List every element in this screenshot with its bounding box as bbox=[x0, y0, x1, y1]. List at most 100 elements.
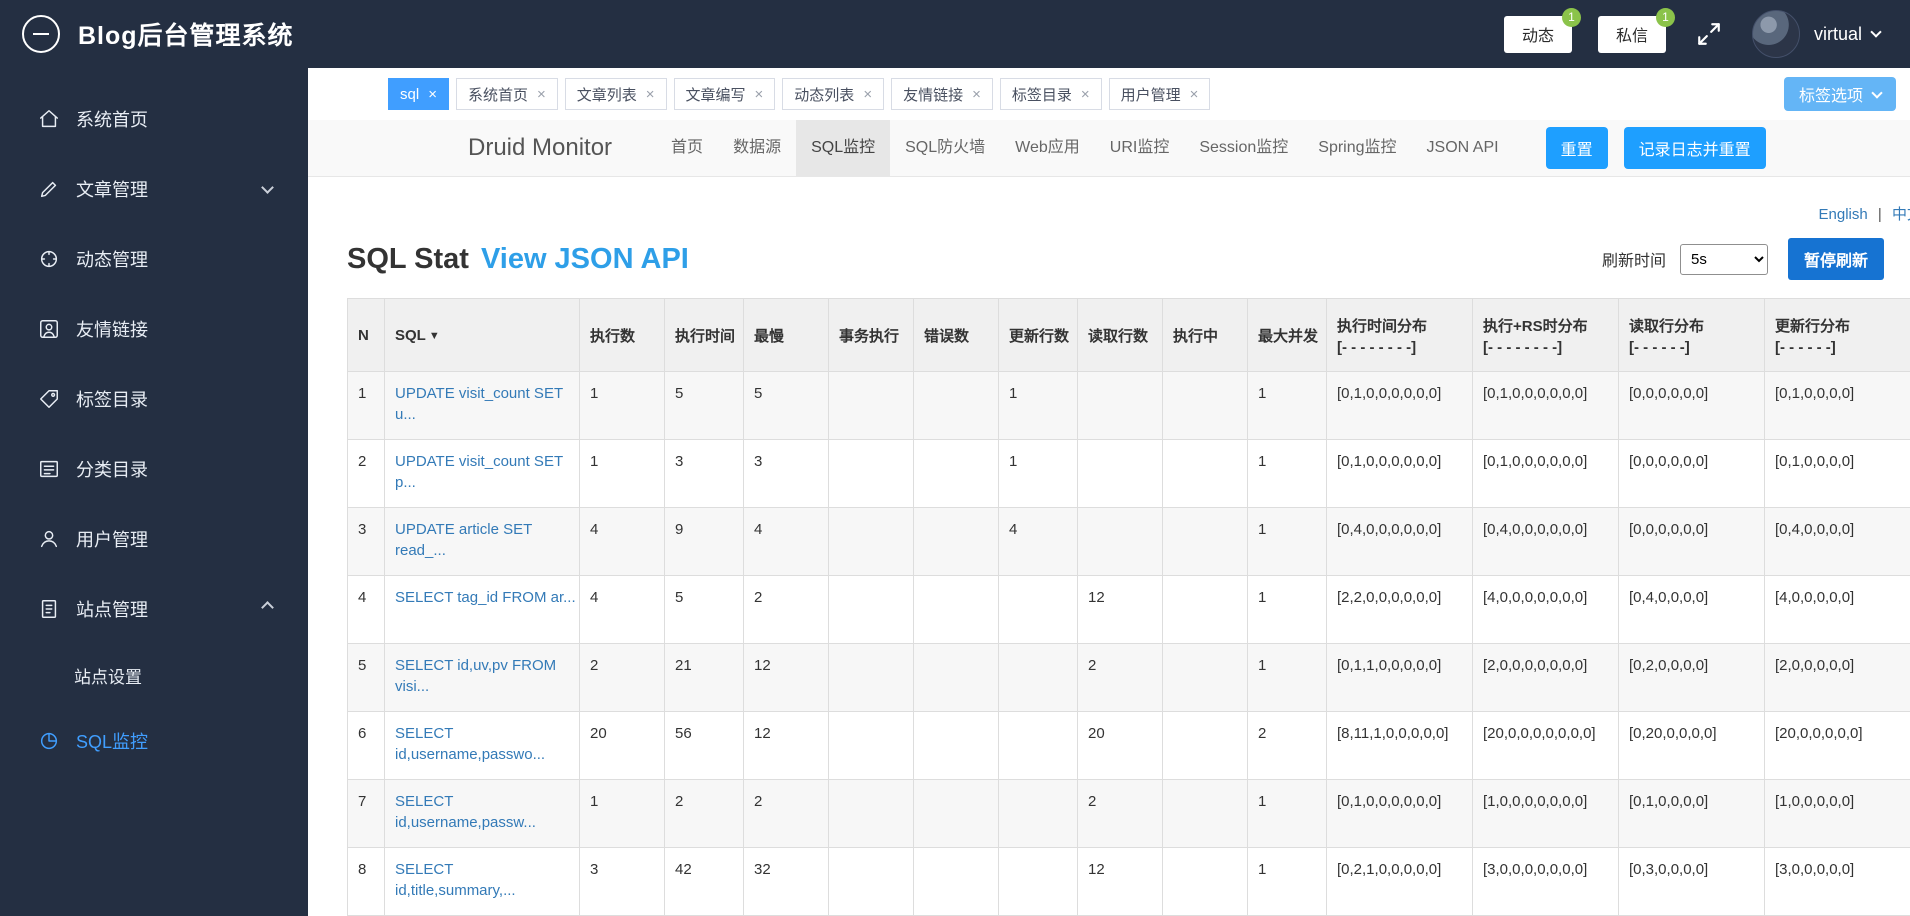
max-concurrent-cell: 1 bbox=[1247, 575, 1327, 644]
update-rows-cell bbox=[998, 847, 1078, 916]
max-concurrent-cell: 1 bbox=[1247, 371, 1327, 440]
close-tab-icon[interactable]: × bbox=[1190, 87, 1199, 102]
running-cell bbox=[1162, 711, 1248, 780]
tag-options-button[interactable]: 标签选项 bbox=[1783, 77, 1896, 111]
lang-english-link[interactable]: English bbox=[1819, 206, 1868, 223]
sql-link[interactable]: SELECT tag_id FROM ar... bbox=[395, 587, 576, 608]
close-tab-icon[interactable]: × bbox=[428, 87, 437, 102]
sql-monitor-icon bbox=[38, 730, 60, 752]
sql-link[interactable]: SELECT id,uv,pv FROM visi... bbox=[395, 655, 569, 697]
sidebar-item-sql-monitor[interactable]: SQL监控 bbox=[0, 706, 308, 776]
tab-user-management[interactable]: 用户管理 × bbox=[1108, 78, 1211, 110]
reset-button[interactable]: 重置 bbox=[1545, 127, 1608, 169]
tab-sql[interactable]: sql × bbox=[388, 78, 449, 110]
update-row-dist-cell: [0,4,0,0,0,0] bbox=[1764, 507, 1910, 576]
sidebar-item-categories[interactable]: 分类目录 bbox=[0, 434, 308, 504]
header-exec-time-dist[interactable]: 执行时间分布 [- - - - - - - -] bbox=[1326, 298, 1473, 372]
header-exec-time[interactable]: 执行时间 bbox=[664, 298, 744, 372]
close-tab-icon[interactable]: × bbox=[537, 87, 546, 102]
druid-nav-spring-monitor[interactable]: Spring监控 bbox=[1303, 120, 1411, 176]
header-exec-count[interactable]: 执行数 bbox=[579, 298, 665, 372]
druid-nav-sql-firewall[interactable]: SQL防火墙 bbox=[890, 120, 1000, 176]
exec-time-dist-cell: [8,11,1,0,0,0,0,0] bbox=[1326, 711, 1473, 780]
fetch-row-dist-cell: [0,4,0,0,0,0] bbox=[1618, 575, 1765, 644]
refresh-interval-select[interactable]: 5s bbox=[1679, 243, 1768, 275]
table-row: 3 UPDATE article SET read_... 4 9 4 4 1 [0,4,0,0… bbox=[347, 507, 1910, 576]
update-rows-cell bbox=[998, 643, 1078, 712]
sidebar-item-tags[interactable]: 标签目录 bbox=[0, 364, 308, 434]
tab-friend-links[interactable]: 友情链接 × bbox=[891, 78, 993, 110]
collapse-menu-button[interactable] bbox=[22, 15, 60, 53]
header-fetch-row-dist[interactable]: 读取行分布 [- - - - - -] bbox=[1618, 298, 1765, 372]
close-tab-icon[interactable]: × bbox=[863, 87, 872, 102]
sql-cell: SELECT id,username,passw... bbox=[384, 779, 580, 848]
sql-link[interactable]: UPDATE visit_count SET u... bbox=[395, 383, 569, 425]
chevron-down-icon[interactable] bbox=[1870, 26, 1882, 38]
sidebar-item-home[interactable]: 系统首页 bbox=[0, 84, 308, 154]
druid-nav-home[interactable]: 首页 bbox=[656, 120, 718, 176]
view-json-api-link[interactable]: View JSON API bbox=[481, 243, 689, 276]
page-title: SQL Stat bbox=[347, 242, 469, 275]
max-concurrent-cell: 1 bbox=[1247, 507, 1327, 576]
exec-time-cell: 42 bbox=[664, 847, 744, 916]
sql-link[interactable]: UPDATE article SET read_... bbox=[395, 519, 569, 561]
druid-nav-session-monitor[interactable]: Session监控 bbox=[1184, 120, 1303, 176]
close-tab-icon[interactable]: × bbox=[755, 87, 764, 102]
tab-article-list[interactable]: 文章列表 × bbox=[564, 78, 667, 110]
update-rows-cell bbox=[998, 711, 1078, 780]
exec-count-cell: 4 bbox=[579, 507, 665, 576]
chevron-up-icon bbox=[261, 601, 274, 614]
tab-home[interactable]: 系统首页 × bbox=[455, 78, 558, 110]
sidebar-item-friend-links[interactable]: 友情链接 bbox=[0, 294, 308, 364]
slowest-cell: 32 bbox=[743, 847, 829, 916]
sidebar-item-label: 站点设置 bbox=[74, 667, 142, 687]
druid-nav-uri-monitor[interactable]: URI监控 bbox=[1095, 120, 1185, 176]
log-and-reset-button[interactable]: 记录日志并重置 bbox=[1623, 127, 1766, 169]
error-count-cell bbox=[913, 711, 999, 780]
tab-tag-directory[interactable]: 标签目录 × bbox=[999, 78, 1102, 110]
header-running[interactable]: 执行中 bbox=[1162, 298, 1248, 372]
pause-refresh-button[interactable]: 暂停刷新 bbox=[1787, 238, 1884, 280]
sql-link[interactable]: SELECT id,username,passwo... bbox=[395, 723, 569, 765]
update-rows-cell bbox=[998, 779, 1078, 848]
close-tab-icon[interactable]: × bbox=[646, 87, 655, 102]
druid-nav-json-api[interactable]: JSON API bbox=[1412, 120, 1514, 176]
sidebar: 系统首页 文章管理 动态管理 友情链接 标签目录 分类目录 用户管理 站点管理 … bbox=[0, 68, 308, 916]
sidebar-item-users[interactable]: 用户管理 bbox=[0, 504, 308, 574]
avatar[interactable] bbox=[1751, 10, 1800, 58]
lang-chinese-link[interactable]: 中文 bbox=[1892, 206, 1910, 223]
close-tab-icon[interactable]: × bbox=[972, 87, 981, 102]
tab-article-edit[interactable]: 文章编写 × bbox=[673, 78, 776, 110]
header-slowest[interactable]: 最慢 bbox=[743, 298, 829, 372]
header-sql[interactable]: SQL ▼ bbox=[384, 298, 580, 372]
header-update-row-dist[interactable]: 更新行分布 [- - - - - -] bbox=[1764, 298, 1910, 372]
header-fetch-rows[interactable]: 读取行数 bbox=[1077, 298, 1163, 372]
sql-link[interactable]: SELECT id,username,passw... bbox=[395, 791, 569, 833]
sidebar-item-site-management[interactable]: 站点管理 bbox=[0, 574, 308, 644]
header-n[interactable]: N bbox=[347, 298, 385, 372]
druid-nav-sql-monitor[interactable]: SQL监控 bbox=[796, 120, 891, 176]
druid-nav-datasource[interactable]: 数据源 bbox=[718, 120, 796, 176]
fullscreen-icon[interactable] bbox=[1696, 21, 1722, 47]
druid-nav-webapp[interactable]: Web应用 bbox=[1000, 120, 1095, 176]
header-max-concurrent[interactable]: 最大并发 bbox=[1247, 298, 1327, 372]
slowest-cell: 2 bbox=[743, 779, 829, 848]
header-exec-rs-dist[interactable]: 执行+RS时分布 [- - - - - - - -] bbox=[1472, 298, 1619, 372]
sidebar-item-dynamics[interactable]: 动态管理 bbox=[0, 224, 308, 294]
header-update-rows[interactable]: 更新行数 bbox=[998, 298, 1078, 372]
sql-link[interactable]: UPDATE visit_count SET p... bbox=[395, 451, 569, 493]
header-tx-exec[interactable]: 事务执行 bbox=[828, 298, 914, 372]
max-concurrent-cell: 1 bbox=[1247, 439, 1327, 508]
exec-time-dist-cell: [0,4,0,0,0,0,0,0] bbox=[1326, 507, 1473, 576]
exec-count-cell: 1 bbox=[579, 779, 665, 848]
header-error-count[interactable]: 错误数 bbox=[913, 298, 999, 372]
tab-label: 用户管理 bbox=[1120, 86, 1181, 104]
sql-link[interactable]: SELECT id,title,summary,... bbox=[395, 859, 569, 901]
sidebar-item-articles[interactable]: 文章管理 bbox=[0, 154, 308, 224]
sidebar-item-site-settings[interactable]: 站点设置 bbox=[0, 644, 308, 706]
table-row: 4 SELECT tag_id FROM ar... 4 5 2 12 1 [2,2,0,0,… bbox=[347, 575, 1910, 644]
fetch-row-dist-cell: [0,2,0,0,0,0] bbox=[1618, 643, 1765, 712]
username[interactable]: virtual bbox=[1814, 24, 1862, 45]
close-tab-icon[interactable]: × bbox=[1081, 87, 1090, 102]
tab-dynamic-list[interactable]: 动态列表 × bbox=[782, 78, 885, 110]
